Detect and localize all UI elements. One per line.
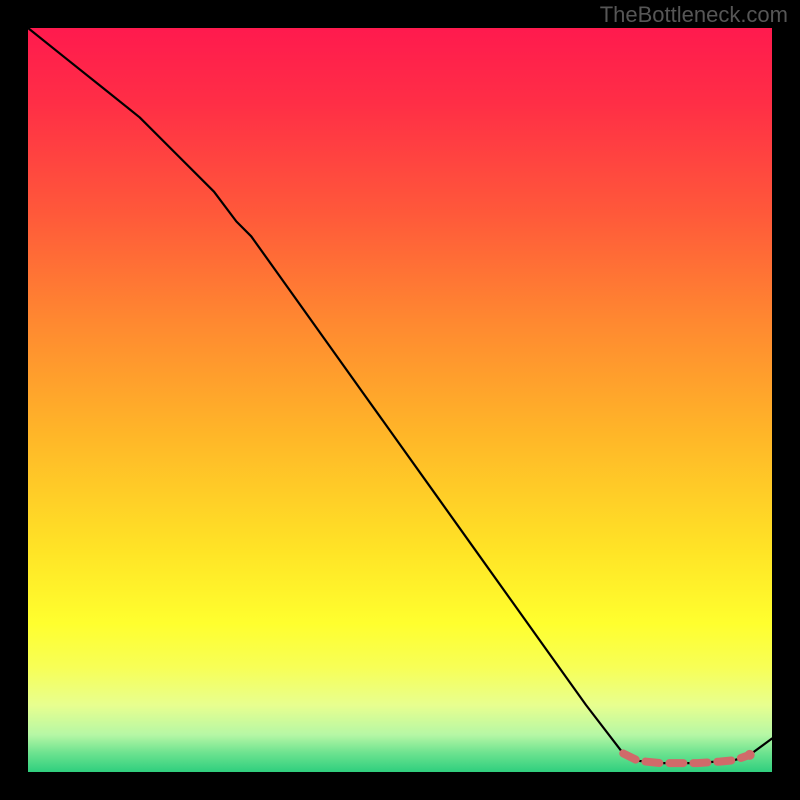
chart-frame: TheBottleneck.com (0, 0, 800, 800)
plot-background (28, 28, 772, 772)
watermark-text: TheBottleneck.com (600, 2, 788, 28)
bottleneck-chart (0, 0, 800, 800)
highlight-point (745, 750, 755, 760)
